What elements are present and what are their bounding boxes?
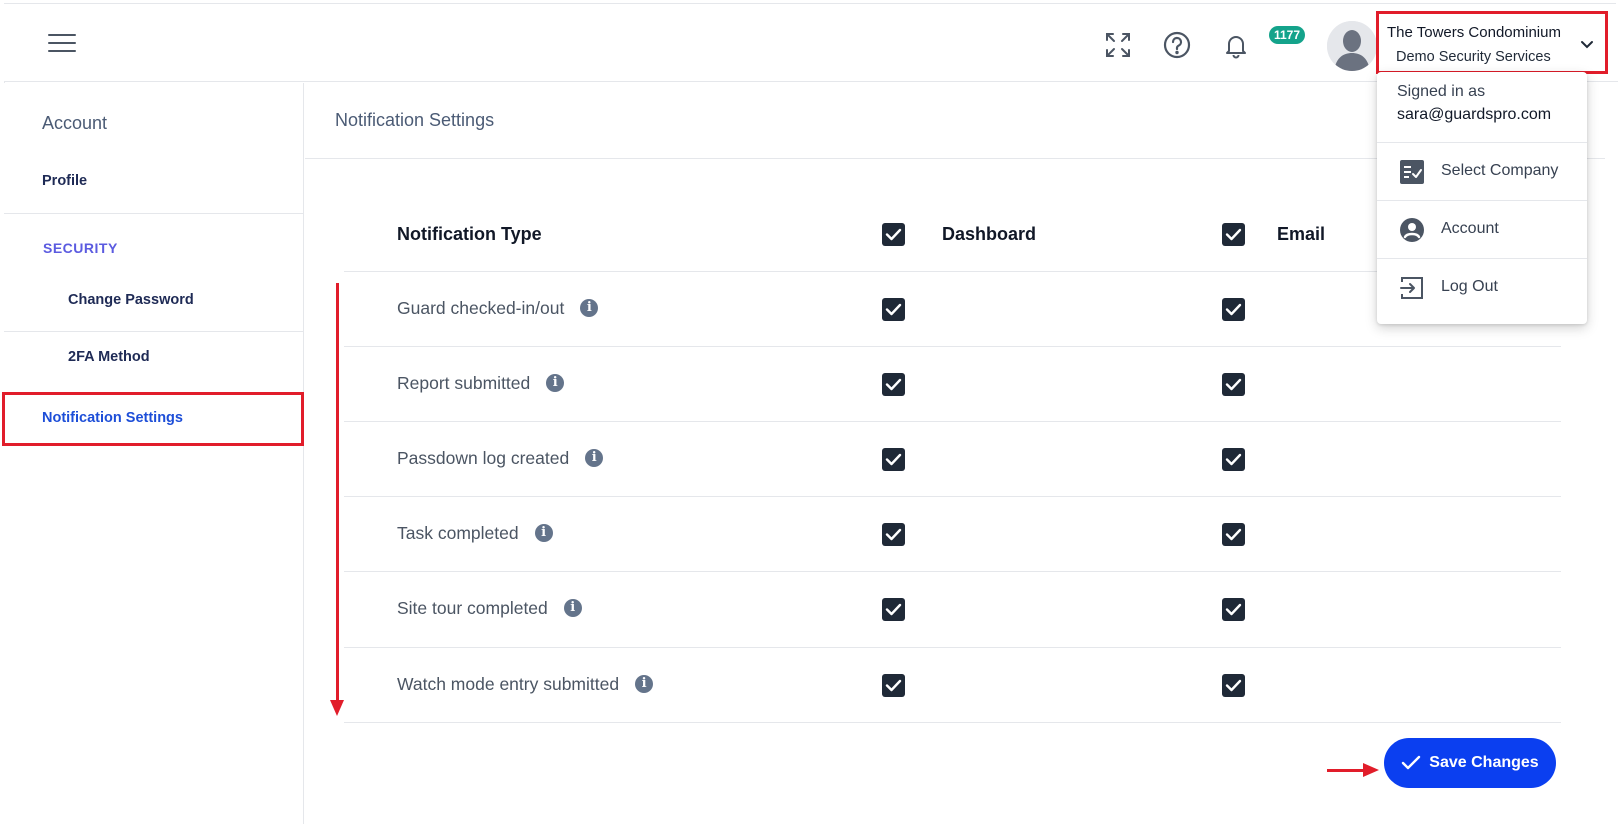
save-changes-button[interactable]: Save Changes: [1384, 738, 1556, 788]
check-icon: [1402, 755, 1421, 770]
bell-icon[interactable]: [1221, 30, 1251, 60]
menu-item-log-out[interactable]: Log Out: [1377, 258, 1587, 316]
info-icon[interactable]: i: [585, 449, 604, 468]
expand-icon[interactable]: [1103, 30, 1133, 60]
dashboard-checkbox[interactable]: [882, 674, 905, 697]
save-changes-label: Save Changes: [1429, 754, 1539, 771]
signed-in-email: sara@guardspro.com: [1397, 106, 1552, 123]
menu-item-select-company[interactable]: Select Company: [1377, 142, 1587, 200]
table-row-label: Site tour completed i: [397, 598, 582, 619]
menu-item-account[interactable]: Account: [1377, 200, 1587, 258]
row-divider: [344, 421, 1561, 422]
select-all-email-checkbox[interactable]: [1222, 223, 1245, 246]
dashboard-checkbox[interactable]: [882, 448, 905, 471]
user-dropdown-menu: Signed in as sara@guardspro.com Select C…: [1377, 72, 1587, 324]
email-checkbox[interactable]: [1222, 598, 1245, 621]
sidebar-item-2fa-method[interactable]: 2FA Method: [68, 349, 150, 365]
email-checkbox[interactable]: [1222, 448, 1245, 471]
dashboard-checkbox[interactable]: [882, 373, 905, 396]
sidebar-item-change-password[interactable]: Change Password: [68, 292, 194, 308]
info-icon[interactable]: i: [580, 299, 599, 318]
company-name: The Towers Condominium: [1387, 24, 1561, 41]
notification-count-badge: 1177: [1269, 26, 1306, 44]
top-bar: 1177 The Towers Condominium Demo Securit…: [4, 4, 1618, 82]
table-row-label: Task completed i: [397, 523, 553, 544]
annotation-arrow-head: [330, 700, 344, 716]
column-header-email: Email: [1277, 224, 1326, 244]
row-divider: [344, 496, 1561, 497]
page-title: Notification Settings: [335, 110, 495, 130]
table-row-label: Passdown log created i: [397, 448, 604, 469]
select-all-dashboard-checkbox[interactable]: [882, 223, 905, 246]
info-icon[interactable]: i: [635, 675, 654, 694]
sidebar: Account Profile SECURITY Change Password…: [2, 83, 304, 824]
sidebar-heading-account: Account: [42, 113, 108, 133]
info-icon[interactable]: i: [534, 524, 553, 543]
info-icon[interactable]: i: [563, 599, 582, 618]
row-divider: [344, 722, 1561, 723]
sidebar-item-profile[interactable]: Profile: [42, 173, 87, 189]
annotation-arrow-right: [1327, 769, 1365, 772]
info-icon[interactable]: i: [546, 374, 565, 393]
hamburger-icon[interactable]: [48, 34, 76, 56]
sidebar-divider: [4, 213, 304, 214]
checklist-icon: [1400, 160, 1424, 184]
column-header-type: Notification Type: [397, 224, 542, 244]
table-row-label: Guard checked-in/out i: [397, 298, 599, 319]
table-row-label: Watch mode entry submitted i: [397, 674, 654, 695]
logout-icon: [1400, 277, 1423, 299]
company-selector[interactable]: The Towers Condominium Demo Security Ser…: [1376, 11, 1608, 74]
row-divider: [344, 571, 1561, 572]
account-circle-icon: [1400, 218, 1424, 242]
menu-item-label: Account: [1441, 220, 1499, 237]
menu-item-label: Select Company: [1441, 162, 1559, 179]
signed-in-label: Signed in as: [1397, 83, 1486, 100]
dashboard-checkbox[interactable]: [882, 598, 905, 621]
dashboard-checkbox[interactable]: [882, 298, 905, 321]
table-row-label: Report submitted i: [397, 373, 565, 394]
email-checkbox[interactable]: [1222, 674, 1245, 697]
sidebar-divider: [4, 331, 304, 332]
menu-item-label: Log Out: [1441, 278, 1498, 295]
help-circle-icon[interactable]: [1162, 30, 1192, 60]
column-header-dashboard: Dashboard: [942, 224, 1037, 244]
sidebar-item-label: Notification Settings: [42, 410, 183, 426]
email-checkbox[interactable]: [1222, 373, 1245, 396]
company-subtitle: Demo Security Services: [1396, 49, 1551, 65]
chevron-down-icon: [1581, 41, 1593, 49]
annotation-arrow-head: [1363, 763, 1379, 777]
email-checkbox[interactable]: [1222, 298, 1245, 321]
row-divider: [344, 346, 1561, 347]
annotation-arrow-down: [336, 283, 339, 701]
sidebar-heading-security: SECURITY: [43, 240, 118, 256]
avatar[interactable]: [1327, 21, 1377, 71]
sidebar-item-notification-settings[interactable]: Notification Settings: [2, 392, 304, 446]
row-divider: [344, 647, 1561, 648]
email-checkbox[interactable]: [1222, 523, 1245, 546]
dashboard-checkbox[interactable]: [882, 523, 905, 546]
